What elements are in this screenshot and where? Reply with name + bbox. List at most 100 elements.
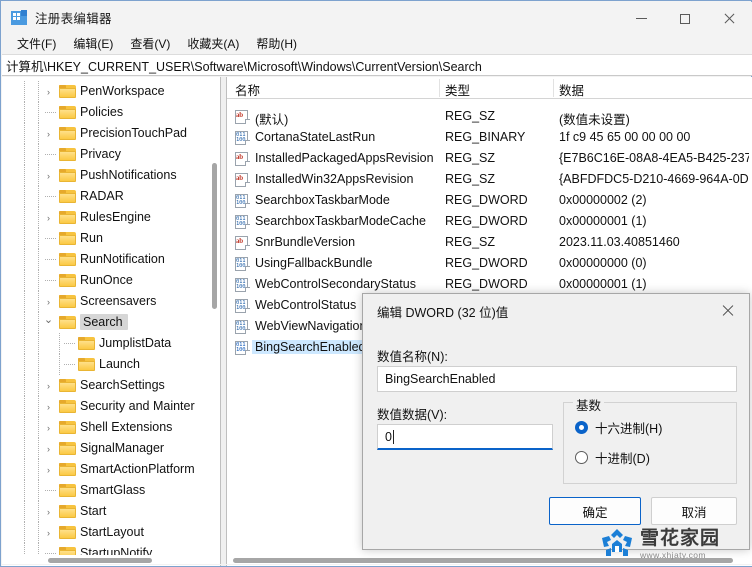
dialog-close-button[interactable]	[705, 294, 749, 326]
radio-decimal[interactable]: 十进制(D)	[575, 448, 650, 467]
binary-value-icon: 011 100	[235, 131, 250, 145]
tree-item-smartactionplatform[interactable]: › SmartActionPlatform	[2, 459, 220, 480]
menu-help[interactable]: 帮助(H)	[248, 33, 306, 54]
dword-value-icon: 011 100	[235, 341, 250, 355]
tree-item-label: PushNotifications	[80, 168, 177, 182]
dword-value-icon: 011 100	[235, 320, 250, 334]
table-row[interactable]: 011 100 SearchboxTaskbarMode REG_DWORD 0x000…	[227, 191, 752, 212]
tree-vertical-scrollbar[interactable]	[209, 77, 220, 555]
maximize-button[interactable]	[663, 3, 707, 34]
tree-item-smartglass[interactable]: SmartGlass	[2, 480, 220, 501]
tree-item-security-and-mainter[interactable]: › Security and Mainter	[2, 396, 220, 417]
table-row[interactable]: 011 100 CortanaStateLastRun REG_BINARY 1f c9…	[227, 128, 752, 149]
menu-edit[interactable]: 编辑(E)	[65, 33, 122, 54]
tree-item-label: Shell Extensions	[80, 420, 173, 434]
tree-elbow-line	[45, 154, 57, 155]
tree-item-radar[interactable]: RADAR	[2, 186, 220, 207]
tree-item-precisiontouchpad[interactable]: › PrecisionTouchPad	[2, 123, 220, 144]
value-name-input[interactable]: BingSearchEnabled	[377, 366, 737, 392]
tree-item-jumplistdata[interactable]: JumplistData	[2, 333, 220, 354]
value-type-cell: REG_DWORD	[445, 193, 528, 207]
key-tree-pane: › PenWorkspace Policies › PrecisionTouchPad P…	[2, 77, 221, 566]
chevron-right-icon[interactable]: ›	[43, 506, 54, 517]
tree-item-privacy[interactable]: Privacy	[2, 144, 220, 165]
chevron-right-icon[interactable]: ›	[43, 296, 54, 307]
table-row[interactable]: ab (默认) REG_SZ (数值未设置)	[227, 107, 752, 128]
tree-guide-line	[24, 249, 25, 270]
tree-item-penworkspace[interactable]: › PenWorkspace	[2, 81, 220, 102]
cancel-button[interactable]: 取消	[651, 497, 737, 525]
tree-guide-line	[38, 249, 39, 270]
tree-item-start[interactable]: › Start	[2, 501, 220, 522]
radio-hexadecimal[interactable]: 十六进制(H)	[575, 418, 662, 437]
table-row[interactable]: ab InstalledPackagedAppsRevision REG_SZ {E7…	[227, 149, 752, 170]
tree-item-policies[interactable]: Policies	[2, 102, 220, 123]
chevron-right-icon[interactable]: ›	[43, 380, 54, 391]
tree-item-runonce[interactable]: RunOnce	[2, 270, 220, 291]
tree-guide-line	[24, 501, 25, 522]
menu-bar: 文件(F) 编辑(E) 查看(V) 收藏夹(A) 帮助(H)	[2, 33, 752, 54]
tree-item-pushnotifications[interactable]: › PushNotifications	[2, 165, 220, 186]
folder-icon	[59, 505, 76, 518]
value-data-input[interactable]: 0	[377, 424, 553, 450]
dword-value-icon: 011 100	[235, 257, 250, 271]
address-bar[interactable]: 计算机\HKEY_CURRENT_USER\Software\Microsoft…	[2, 54, 752, 76]
chevron-right-icon[interactable]: ›	[43, 464, 54, 475]
chevron-right-icon[interactable]: ›	[43, 86, 54, 97]
chevron-right-icon[interactable]: ›	[43, 212, 54, 223]
minimize-button[interactable]	[619, 3, 663, 34]
value-data-cell: (数值未设置)	[559, 113, 630, 127]
value-data-cell: 0x00000001 (1)	[559, 214, 647, 228]
value-name-cell: (默认)	[255, 113, 289, 127]
tree-guide-line	[24, 480, 25, 501]
tree-item-runnotification[interactable]: RunNotification	[2, 249, 220, 270]
table-row[interactable]: ab SnrBundleVersion REG_SZ 2023.11.03.40851…	[227, 233, 752, 254]
tree-guide-line	[38, 522, 39, 543]
close-button[interactable]	[707, 3, 751, 34]
folder-icon	[59, 316, 76, 329]
folder-icon	[78, 358, 95, 371]
tree-item-search[interactable]: ⌄ Search	[2, 312, 220, 333]
ok-button[interactable]: 确定	[549, 497, 641, 525]
folder-icon	[59, 211, 76, 224]
dword-value-icon: 011 100	[235, 194, 250, 208]
tree-item-shell-extensions[interactable]: › Shell Extensions	[2, 417, 220, 438]
table-row[interactable]: 011 100 UsingFallbackBundle REG_DWORD 0x0000…	[227, 254, 752, 275]
tree-elbow-line	[45, 280, 57, 281]
menu-view[interactable]: 查看(V)	[122, 33, 179, 54]
tree-item-screensavers[interactable]: › Screensavers	[2, 291, 220, 312]
value-name-cell: SearchboxTaskbarModeCache	[255, 214, 426, 228]
menu-favorites[interactable]: 收藏夹(A)	[179, 33, 248, 54]
chevron-down-icon[interactable]: ⌄	[43, 314, 54, 326]
chevron-right-icon[interactable]: ›	[43, 527, 54, 538]
value-type-cell: REG_DWORD	[445, 256, 528, 270]
chevron-right-icon[interactable]: ›	[43, 422, 54, 433]
chevron-right-icon[interactable]: ›	[43, 128, 54, 139]
minimize-icon	[635, 18, 647, 19]
column-header-data[interactable]: 数据	[559, 80, 584, 99]
dword-value-icon: 011 100	[235, 278, 250, 292]
column-header-type[interactable]: 类型	[445, 80, 470, 99]
tree-item-searchsettings[interactable]: › SearchSettings	[2, 375, 220, 396]
column-header-name[interactable]: 名称	[235, 80, 260, 99]
tree-guide-line	[38, 270, 39, 291]
tree-item-label: SmartActionPlatform	[80, 462, 195, 476]
value-name-cell: CortanaStateLastRun	[255, 130, 376, 144]
tree-item-rulesengine[interactable]: › RulesEngine	[2, 207, 220, 228]
tree-elbow-line	[45, 196, 57, 197]
tree-item-run[interactable]: Run	[2, 228, 220, 249]
menu-file[interactable]: 文件(F)	[9, 33, 65, 54]
tree-item-signalmanager[interactable]: › SignalManager	[2, 438, 220, 459]
watermark: 雪花家园 www.xhjaty.com	[600, 523, 748, 565]
chevron-right-icon[interactable]: ›	[43, 170, 54, 181]
table-row[interactable]: ab InstalledWin32AppsRevision REG_SZ {ABFDF…	[227, 170, 752, 191]
chevron-right-icon[interactable]: ›	[43, 443, 54, 454]
folder-icon	[78, 337, 95, 350]
chevron-right-icon[interactable]: ›	[43, 401, 54, 412]
tree-guide-line	[38, 186, 39, 207]
tree-item-startlayout[interactable]: › StartLayout	[2, 522, 220, 543]
table-row[interactable]: 011 100 SearchboxTaskbarModeCache REG_DWORD…	[227, 212, 752, 233]
registry-editor-window: 注册表编辑器 文件(F) 编辑(E) 查看(V) 收藏夹(A) 帮助(H) 计算…	[0, 0, 752, 567]
dialog-title-bar: 编辑 DWORD (32 位)值	[363, 294, 749, 328]
tree-item-launch[interactable]: Launch	[2, 354, 220, 375]
